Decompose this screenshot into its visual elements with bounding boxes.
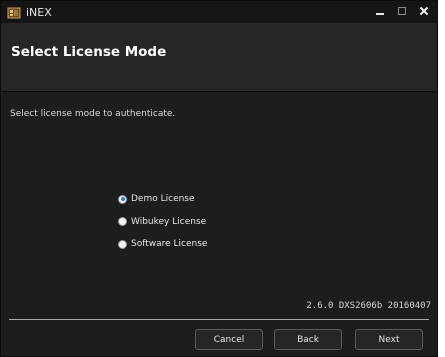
minimize-icon[interactable] <box>373 4 387 18</box>
next-button[interactable]: Next <box>355 329 423 350</box>
inex-app-icon <box>7 5 21 19</box>
window-controls <box>373 4 431 18</box>
back-button[interactable]: Back <box>274 329 342 350</box>
radio-button[interactable] <box>118 239 127 249</box>
version-label: 2.6.0 DXS2606b 20160407 <box>306 301 431 311</box>
radio-option-software-license[interactable]: Software License <box>118 238 207 250</box>
window-title: iNEX <box>26 5 52 19</box>
cancel-button[interactable]: Cancel <box>195 329 263 350</box>
radio-label[interactable]: Wibukey License <box>131 217 206 227</box>
radio-button[interactable] <box>118 217 127 226</box>
instruction-text: Select license mode to authenticate. <box>10 109 176 119</box>
page-title: Select License Mode <box>11 44 167 60</box>
radio-option-demo-license[interactable]: Demo License <box>118 193 207 205</box>
footer-divider <box>9 319 429 320</box>
dialog-header: Select License Mode <box>1 23 437 92</box>
radio-label[interactable]: Software License <box>131 239 207 249</box>
radio-label[interactable]: Demo License <box>131 194 195 204</box>
title-bar[interactable]: iNEX <box>1 1 437 23</box>
close-icon[interactable] <box>417 4 431 18</box>
maximize-icon[interactable] <box>395 4 409 18</box>
license-mode-radio-group: Demo License Wibukey License Software Li… <box>118 193 207 261</box>
dialog-window: iNEX Select License Mode Select license … <box>0 0 438 357</box>
radio-button[interactable] <box>118 194 127 204</box>
radio-option-wibukey-license[interactable]: Wibukey License <box>118 216 207 228</box>
